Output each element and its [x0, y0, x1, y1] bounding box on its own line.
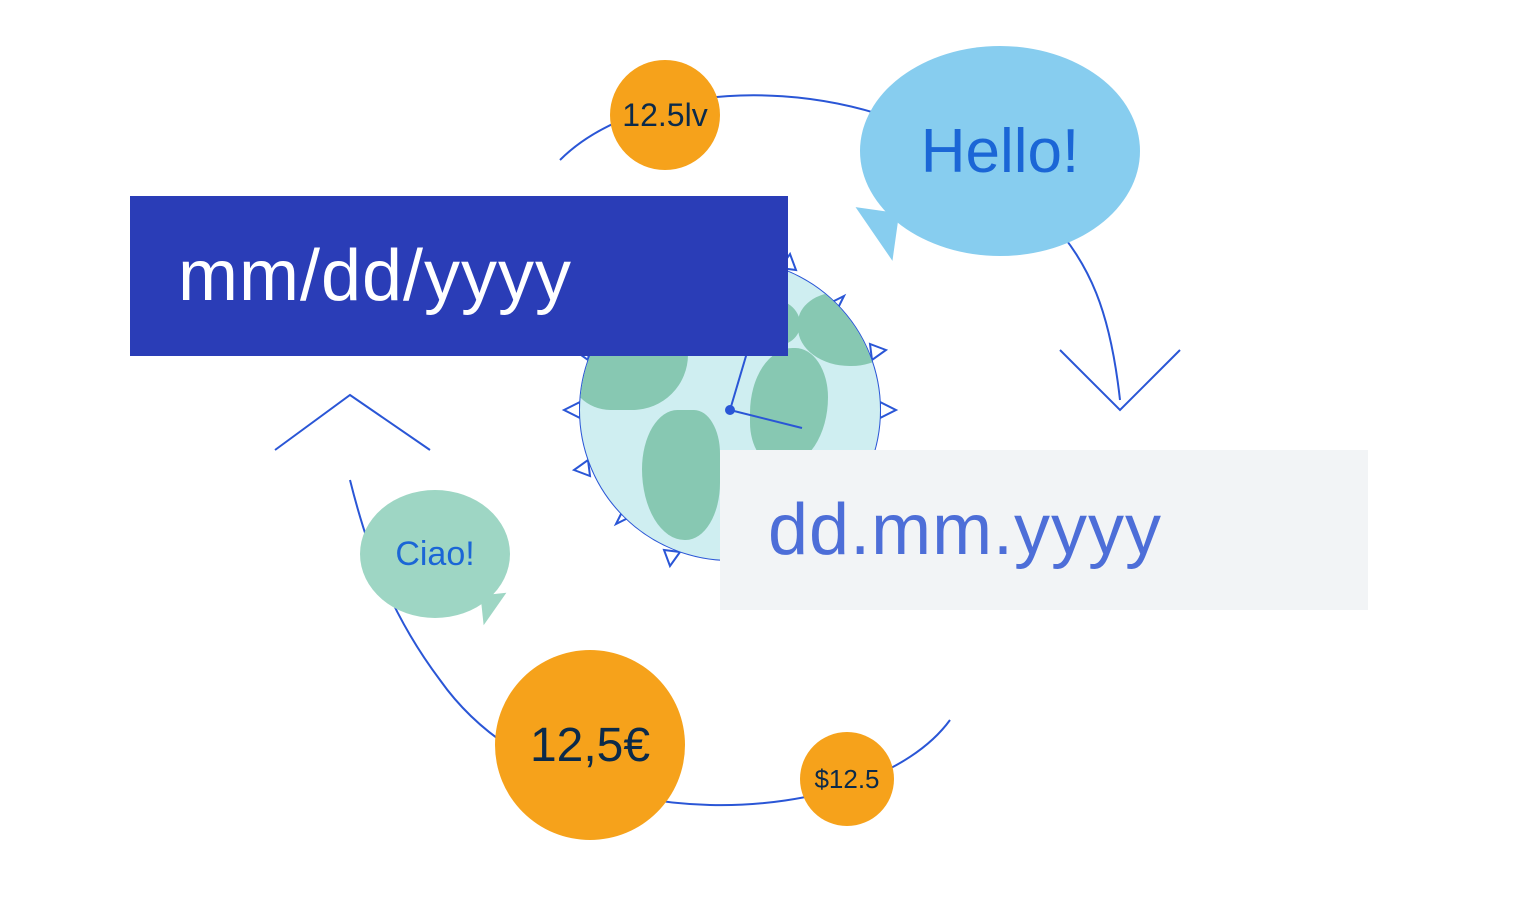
currency-eur-label: 12,5€ [530, 718, 650, 773]
currency-usd-badge: $12.5 [800, 732, 894, 826]
currency-eur-badge: 12,5€ [495, 650, 685, 840]
greeting-english-bubble: Hello! [860, 46, 1140, 256]
date-format-us-label: mm/dd/yyyy [178, 235, 572, 317]
date-format-eu-box: dd.mm.yyyy [720, 450, 1368, 610]
greeting-italian-bubble: Ciao! [360, 490, 510, 618]
currency-usd-label: $12.5 [814, 764, 879, 795]
date-format-eu-label: dd.mm.yyyy [768, 489, 1162, 571]
currency-bgn-badge: 12.5lv [610, 60, 720, 170]
date-format-us-box: mm/dd/yyyy [130, 196, 788, 356]
currency-bgn-label: 12.5lv [622, 97, 707, 134]
localization-diagram: mm/dd/yyyy dd.mm.yyyy Hello! Ciao! 12.5l… [0, 0, 1540, 920]
greeting-english-label: Hello! [921, 116, 1080, 187]
greeting-italian-label: Ciao! [395, 535, 474, 574]
